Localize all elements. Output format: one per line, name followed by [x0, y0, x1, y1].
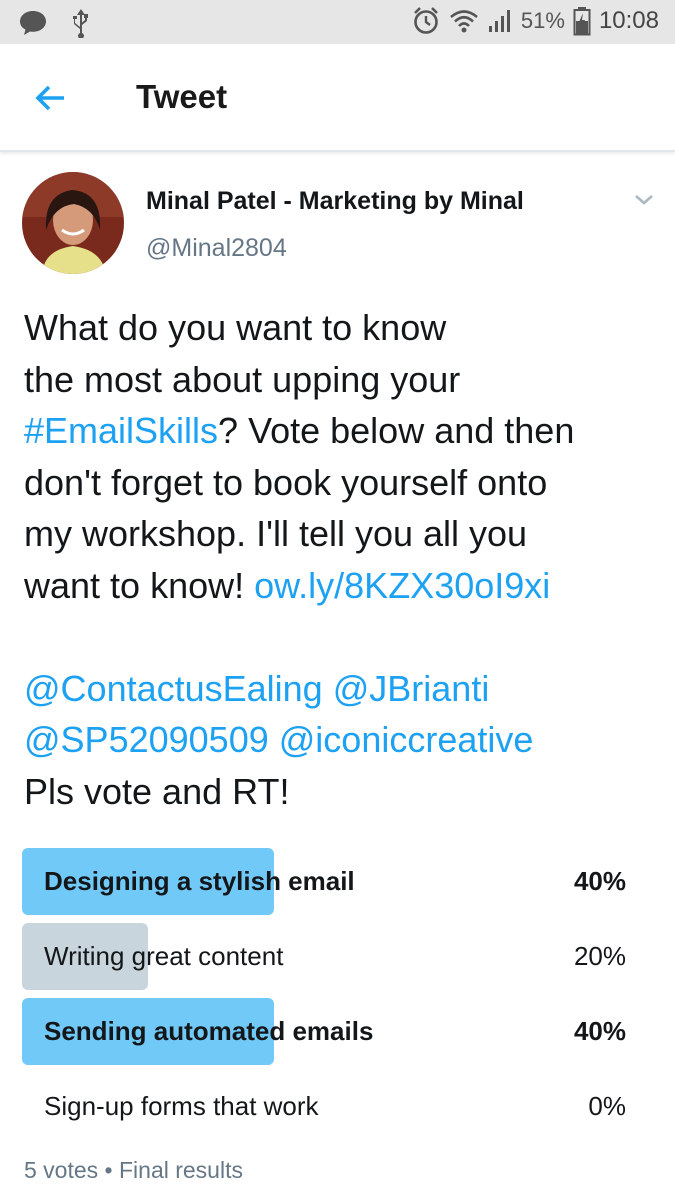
chevron-down-icon [635, 195, 653, 205]
wifi-icon [450, 10, 478, 33]
mention-link[interactable]: @ContactusEaling [24, 668, 323, 709]
tweet-text-segment [323, 668, 333, 709]
mention-link[interactable]: @SP52090509 [24, 719, 269, 760]
poll-option-label: Designing a stylish email [44, 866, 355, 896]
tweet-text-segment: my workshop. I'll tell you all you [24, 513, 528, 554]
usb-icon [73, 9, 88, 38]
tweet-text-segment: want to know! [24, 564, 255, 606]
tweet-text-line: What do you want to know [24, 302, 664, 354]
tweet-text-segment: What do you want to know [24, 307, 447, 348]
tweet-text-line: @SP52090509 @iconiccreative [24, 714, 664, 766]
poll-option-percent: 40% [573, 866, 626, 896]
poll-option-percent: 20% [573, 941, 626, 971]
tweet-text-line: Pls vote and RT! [24, 766, 664, 818]
message-icon [20, 11, 46, 35]
tweet-text: What do you want to know the most about u… [24, 302, 664, 817]
tweet-text-line: don't forget to book yourself onto [24, 457, 664, 509]
tweet-text-line: #EmailSkills? Vote below and then [24, 405, 664, 457]
poll-option: Writing great content 20% [22, 923, 628, 990]
poll-option: Sign-up forms that work 0% [22, 1073, 628, 1140]
battery-icon [573, 7, 591, 36]
status-bar-right: 51% 10:08 [411, 6, 659, 36]
tweet-text-segment: don't forget to book yourself onto [24, 461, 548, 503]
profile-photo-icon [22, 172, 124, 274]
url-link[interactable]: ow.ly/8KZX30oI9xi [254, 565, 550, 606]
mention-link[interactable]: @JBrianti [333, 668, 490, 709]
page-title: Tweet [136, 78, 228, 115]
tweet-text-line: want to know! ow.ly/8KZX30oI9xi [24, 560, 664, 612]
poll: Designing a stylish email 40% Writing grea… [22, 848, 628, 1148]
tweet-text-line [24, 611, 664, 663]
avatar[interactable] [22, 172, 124, 274]
author-handle[interactable]: @Minal2804 [146, 234, 287, 263]
tweet-options-button[interactable] [630, 190, 658, 210]
tweet-text-segment: the most about upping your [24, 358, 461, 400]
poll-option: Designing a stylish email 40% [22, 848, 628, 915]
tweet-text-segment: ? Vote below and then [218, 410, 575, 451]
battery-percent: 51% [520, 8, 565, 33]
mention-link[interactable]: @iconiccreative [279, 719, 534, 760]
hashtag-link[interactable]: #EmailSkills [24, 410, 218, 451]
alarm-icon [413, 7, 438, 34]
poll-option-label: Sign-up forms that work [44, 1091, 319, 1121]
clock-time: 10:08 [598, 7, 659, 34]
tweet-text-segment [269, 719, 279, 760]
back-button[interactable] [30, 78, 70, 118]
poll-option-label: Writing great content [44, 941, 284, 971]
tweet-text-segment: Pls vote and RT! [24, 770, 290, 812]
status-bar: 51% 10:08 [0, 0, 675, 44]
poll-option: Sending automated emails 40% [22, 998, 628, 1065]
tweet-text-line: the most about upping your [24, 354, 664, 406]
poll-option-label: Sending automated emails [44, 1016, 374, 1046]
poll-footer: 5 votes • Final results [24, 1157, 243, 1183]
arrow-left-icon [35, 85, 64, 111]
poll-option-percent: 0% [588, 1091, 626, 1121]
tweet-text-line: @ContactusEaling @JBrianti [24, 663, 664, 715]
app-bar: Tweet [0, 44, 675, 152]
author-name[interactable]: Minal Patel - Marketing by Minal [146, 187, 524, 216]
tweet-text-line: my workshop. I'll tell you all you [24, 508, 664, 560]
status-bar-left [18, 8, 92, 38]
signal-icon [488, 10, 510, 32]
poll-option-percent: 40% [573, 1016, 626, 1046]
